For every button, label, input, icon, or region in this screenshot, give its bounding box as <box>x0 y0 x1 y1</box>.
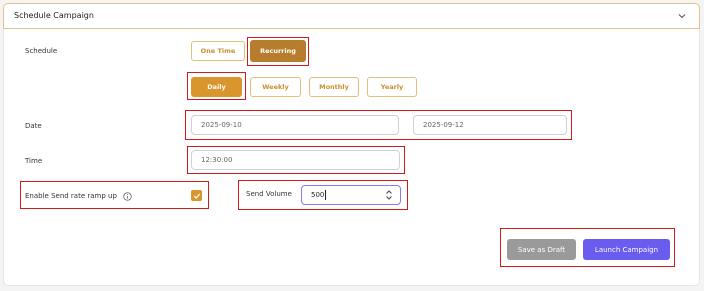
daily-button[interactable]: Daily <box>191 77 242 97</box>
send-volume-value: 500 <box>311 191 325 199</box>
weekly-button[interactable]: Weekly <box>250 77 301 97</box>
chevron-down-icon[interactable] <box>677 11 687 21</box>
yearly-button[interactable]: Yearly <box>367 77 417 97</box>
time-input[interactable]: 12:30:00 <box>191 150 400 170</box>
card-title: Schedule Campaign <box>14 11 94 20</box>
accordion-header[interactable]: Schedule Campaign <box>3 3 700 29</box>
date-label: Date <box>25 122 42 130</box>
ramp-up-checkbox[interactable] <box>191 190 202 201</box>
send-volume-label: Send Volume <box>246 190 292 198</box>
text-cursor <box>325 190 327 200</box>
schedule-label: Schedule <box>25 47 58 55</box>
monthly-button[interactable]: Monthly <box>309 77 359 97</box>
stepper-arrows-icon[interactable] <box>385 189 393 201</box>
check-icon <box>193 193 200 199</box>
info-icon[interactable] <box>123 192 132 201</box>
one-time-button[interactable]: One Time <box>191 41 245 61</box>
end-date-input[interactable]: 2025-09-12 <box>413 115 567 135</box>
start-date-input[interactable]: 2025-09-10 <box>191 115 399 135</box>
recurring-button[interactable]: Recurring <box>250 40 306 62</box>
launch-campaign-button[interactable]: Launch Campaign <box>583 239 670 260</box>
time-label: Time <box>25 157 43 165</box>
ramp-up-label: Enable Send rate ramp up <box>25 192 117 200</box>
save-as-draft-button[interactable]: Save as Draft <box>507 239 576 260</box>
